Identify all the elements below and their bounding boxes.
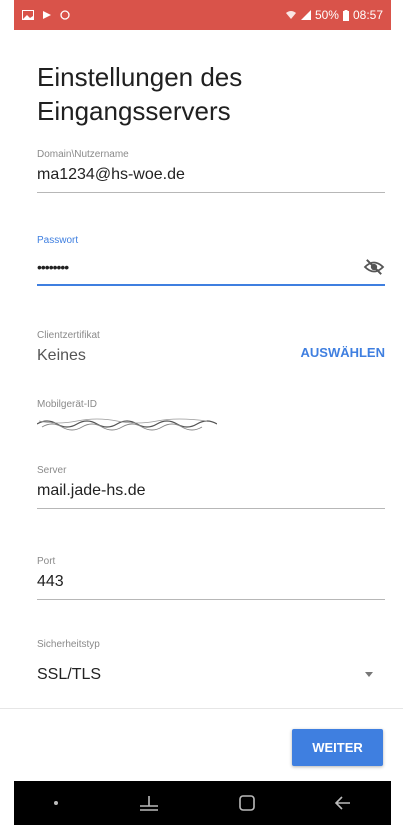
next-button[interactable]: WEITER	[292, 729, 383, 766]
wifi-icon	[285, 11, 296, 19]
navigation-bar	[14, 781, 391, 825]
password-input[interactable]: ••••••••	[37, 259, 69, 275]
status-left-icons	[22, 10, 70, 20]
redacted-device-id	[36, 418, 218, 431]
username-label: Domain\Nutzername	[37, 149, 129, 160]
sync-icon	[60, 10, 70, 20]
server-underline	[37, 508, 385, 509]
home-icon[interactable]	[239, 795, 255, 811]
gallery-icon	[22, 10, 34, 20]
footer-divider	[0, 708, 403, 709]
back-icon[interactable]	[334, 795, 352, 811]
username-input[interactable]: ma1234@hs-woe.de	[37, 166, 385, 184]
security-type-field[interactable]: Sicherheitstyp SSL/TLS	[37, 639, 385, 684]
port-label: Port	[37, 556, 56, 567]
password-label: Passwort	[37, 235, 79, 246]
certificate-field: Clientzertifikat Keines AUSWÄHLEN	[37, 330, 385, 365]
certificate-value: Keines	[37, 347, 86, 364]
server-input[interactable]: mail.jade-hs.de	[37, 482, 385, 500]
page-title: Einstellungen des Eingangsservers	[37, 62, 243, 126]
security-type-label: Sicherheitstyp	[37, 639, 100, 650]
visibility-off-icon[interactable]	[363, 258, 385, 276]
security-type-select[interactable]: SSL/TLS	[37, 666, 385, 684]
password-field[interactable]: Passwort ••••••••	[37, 235, 385, 286]
certificate-label: Clientzertifikat	[37, 330, 100, 341]
server-field[interactable]: Server mail.jade-hs.de	[37, 465, 385, 509]
status-bar: 50% 08:57	[14, 0, 391, 30]
port-field[interactable]: Port 443	[37, 556, 385, 600]
username-field[interactable]: Domain\Nutzername ma1234@hs-woe.de	[37, 149, 385, 193]
device-id-field: Mobilgerät-ID	[36, 399, 385, 437]
select-certificate-button[interactable]: AUSWÄHLEN	[301, 345, 386, 360]
server-label: Server	[37, 465, 67, 476]
username-underline	[37, 192, 385, 193]
device-id-label: Mobilgerät-ID	[37, 399, 98, 410]
port-input[interactable]: 443	[37, 573, 385, 591]
port-underline	[37, 599, 385, 600]
dropdown-arrow-icon[interactable]	[365, 672, 373, 677]
signal-icon	[300, 10, 311, 20]
dot-icon	[54, 801, 59, 805]
battery-icon	[342, 9, 349, 21]
password-underline	[37, 284, 385, 286]
play-icon	[43, 11, 51, 19]
battery-percent: 50%	[314, 8, 339, 22]
clock: 08:57	[352, 8, 383, 22]
recent-apps-icon[interactable]	[138, 795, 160, 811]
status-right: 50% 08:57	[285, 8, 383, 22]
